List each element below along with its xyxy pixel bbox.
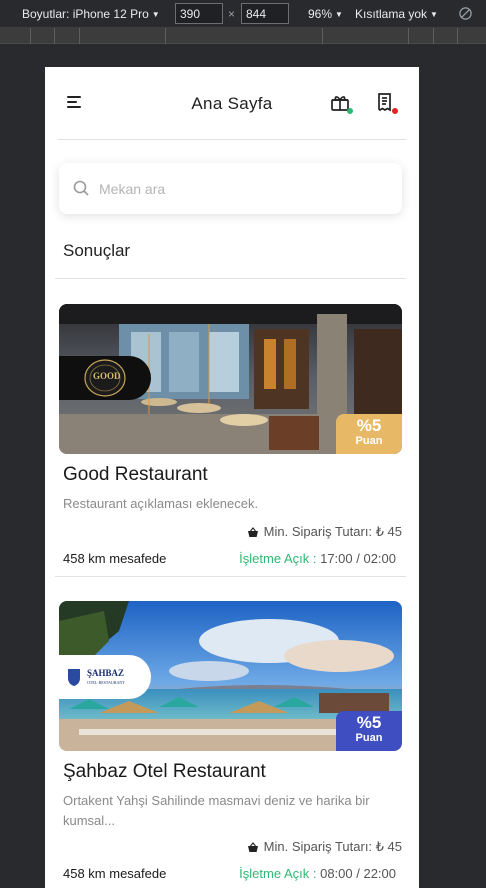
caret-down-icon: ▼ xyxy=(151,10,160,19)
restaurant-name: Şahbaz Otel Restaurant xyxy=(63,761,266,782)
receipt-icon[interactable] xyxy=(375,92,398,114)
points-percent: %5 xyxy=(356,416,382,435)
throttle-dropdown[interactable]: Kısıtlama yok ▼ xyxy=(355,7,438,21)
distance: 458 km mesafede xyxy=(63,866,167,881)
device-viewport: Ana Sayfa Sonuçlar xyxy=(45,67,419,888)
search-input[interactable] xyxy=(99,173,389,204)
device-dimensions-label: Boyutlar: iPhone 12 Pro xyxy=(22,7,149,21)
min-order: Min. Sipariş Tutarı: ₺ 45 xyxy=(59,839,402,856)
basket-icon xyxy=(247,526,259,541)
card-divider xyxy=(55,576,406,577)
caret-down-icon: ▼ xyxy=(335,10,343,19)
opening-status: İşletme Açık : 17:00 / 02:00 xyxy=(239,551,396,566)
gift-notification-dot xyxy=(347,108,353,114)
distance: 458 km mesafede xyxy=(63,551,167,566)
min-order-text: Min. Sipariş Tutarı: ₺ 45 xyxy=(263,839,402,854)
restaurant-description: Ortakent Yahşi Sahilinde masmavi deniz v… xyxy=(63,793,370,828)
media-query-ruler xyxy=(0,28,486,44)
logo-text: GOOD xyxy=(93,371,121,381)
header-divider xyxy=(58,139,406,140)
status-open-label: İşletme Açık : xyxy=(239,551,317,566)
restaurant-meta: 458 km mesafede İşletme Açık : 17:00 / 0… xyxy=(59,549,402,569)
min-order-text: Min. Sipariş Tutarı: ₺ 45 xyxy=(263,524,402,539)
min-order: Min. Sipariş Tutarı: ₺ 45 xyxy=(59,524,402,541)
restaurant-logo: ŞAHBAZ OTEL·RESTAURANT xyxy=(59,655,151,699)
status-open-label: İşletme Açık : xyxy=(239,866,317,881)
points-label: Puan xyxy=(355,435,383,447)
basket-icon xyxy=(247,841,259,856)
receipt-notification-dot xyxy=(392,108,398,114)
page-title: Ana Sayfa xyxy=(191,94,273,113)
results-heading: Sonuçlar xyxy=(63,241,131,260)
points-badge: %5 Puan xyxy=(336,711,402,751)
logo-text: ŞAHBAZ xyxy=(87,668,125,678)
restaurant-description: Restaurant açıklaması eklenecek. xyxy=(63,496,259,511)
rotate-icon[interactable] xyxy=(458,6,473,24)
restaurant-image: ŞAHBAZ OTEL·RESTAURANT %5 Puan xyxy=(59,601,402,751)
restaurant-logo: GOOD xyxy=(59,356,151,400)
results-divider xyxy=(55,278,406,279)
opening-status: İşletme Açık : 08:00 / 22:00 xyxy=(239,866,396,881)
app-header: Ana Sayfa xyxy=(45,67,419,139)
logo-subtext: OTEL·RESTAURANT xyxy=(87,680,125,685)
search-icon xyxy=(73,180,89,201)
caret-down-icon: ▼ xyxy=(430,10,438,19)
dimension-times-sign: × xyxy=(228,7,236,21)
restaurant-meta: 458 km mesafede İşletme Açık : 08:00 / 2… xyxy=(59,864,402,884)
search-box[interactable] xyxy=(59,163,402,214)
points-label: Puan xyxy=(355,732,383,744)
gift-icon[interactable] xyxy=(330,92,353,114)
device-dimensions-dropdown[interactable]: Boyutlar: iPhone 12 Pro ▼ xyxy=(22,7,160,21)
zoom-dropdown[interactable]: 96% ▼ xyxy=(308,7,343,21)
restaurant-image: GOOD %5 Puan xyxy=(59,304,402,454)
restaurant-name: Good Restaurant xyxy=(63,464,208,485)
restaurant-card[interactable]: ŞAHBAZ OTEL·RESTAURANT %5 Puan Şahbaz Ot… xyxy=(59,601,402,884)
devtools-toolbar: Boyutlar: iPhone 12 Pro▼ × 96%▼ Kısıtlam… xyxy=(0,0,486,28)
zoom-label: 96% xyxy=(308,7,333,21)
opening-hours: 17:00 / 02:00 xyxy=(320,551,396,566)
points-percent: %5 xyxy=(356,713,382,732)
viewport-width-input[interactable] xyxy=(175,3,223,24)
restaurant-card[interactable]: GOOD %5 Puan Good Restaurant Restaurant … xyxy=(55,304,406,577)
viewport-height-input[interactable] xyxy=(241,3,289,24)
opening-hours: 08:00 / 22:00 xyxy=(320,866,396,881)
throttle-label: Kısıtlama yok xyxy=(355,7,428,21)
points-badge: %5 Puan xyxy=(336,414,402,454)
